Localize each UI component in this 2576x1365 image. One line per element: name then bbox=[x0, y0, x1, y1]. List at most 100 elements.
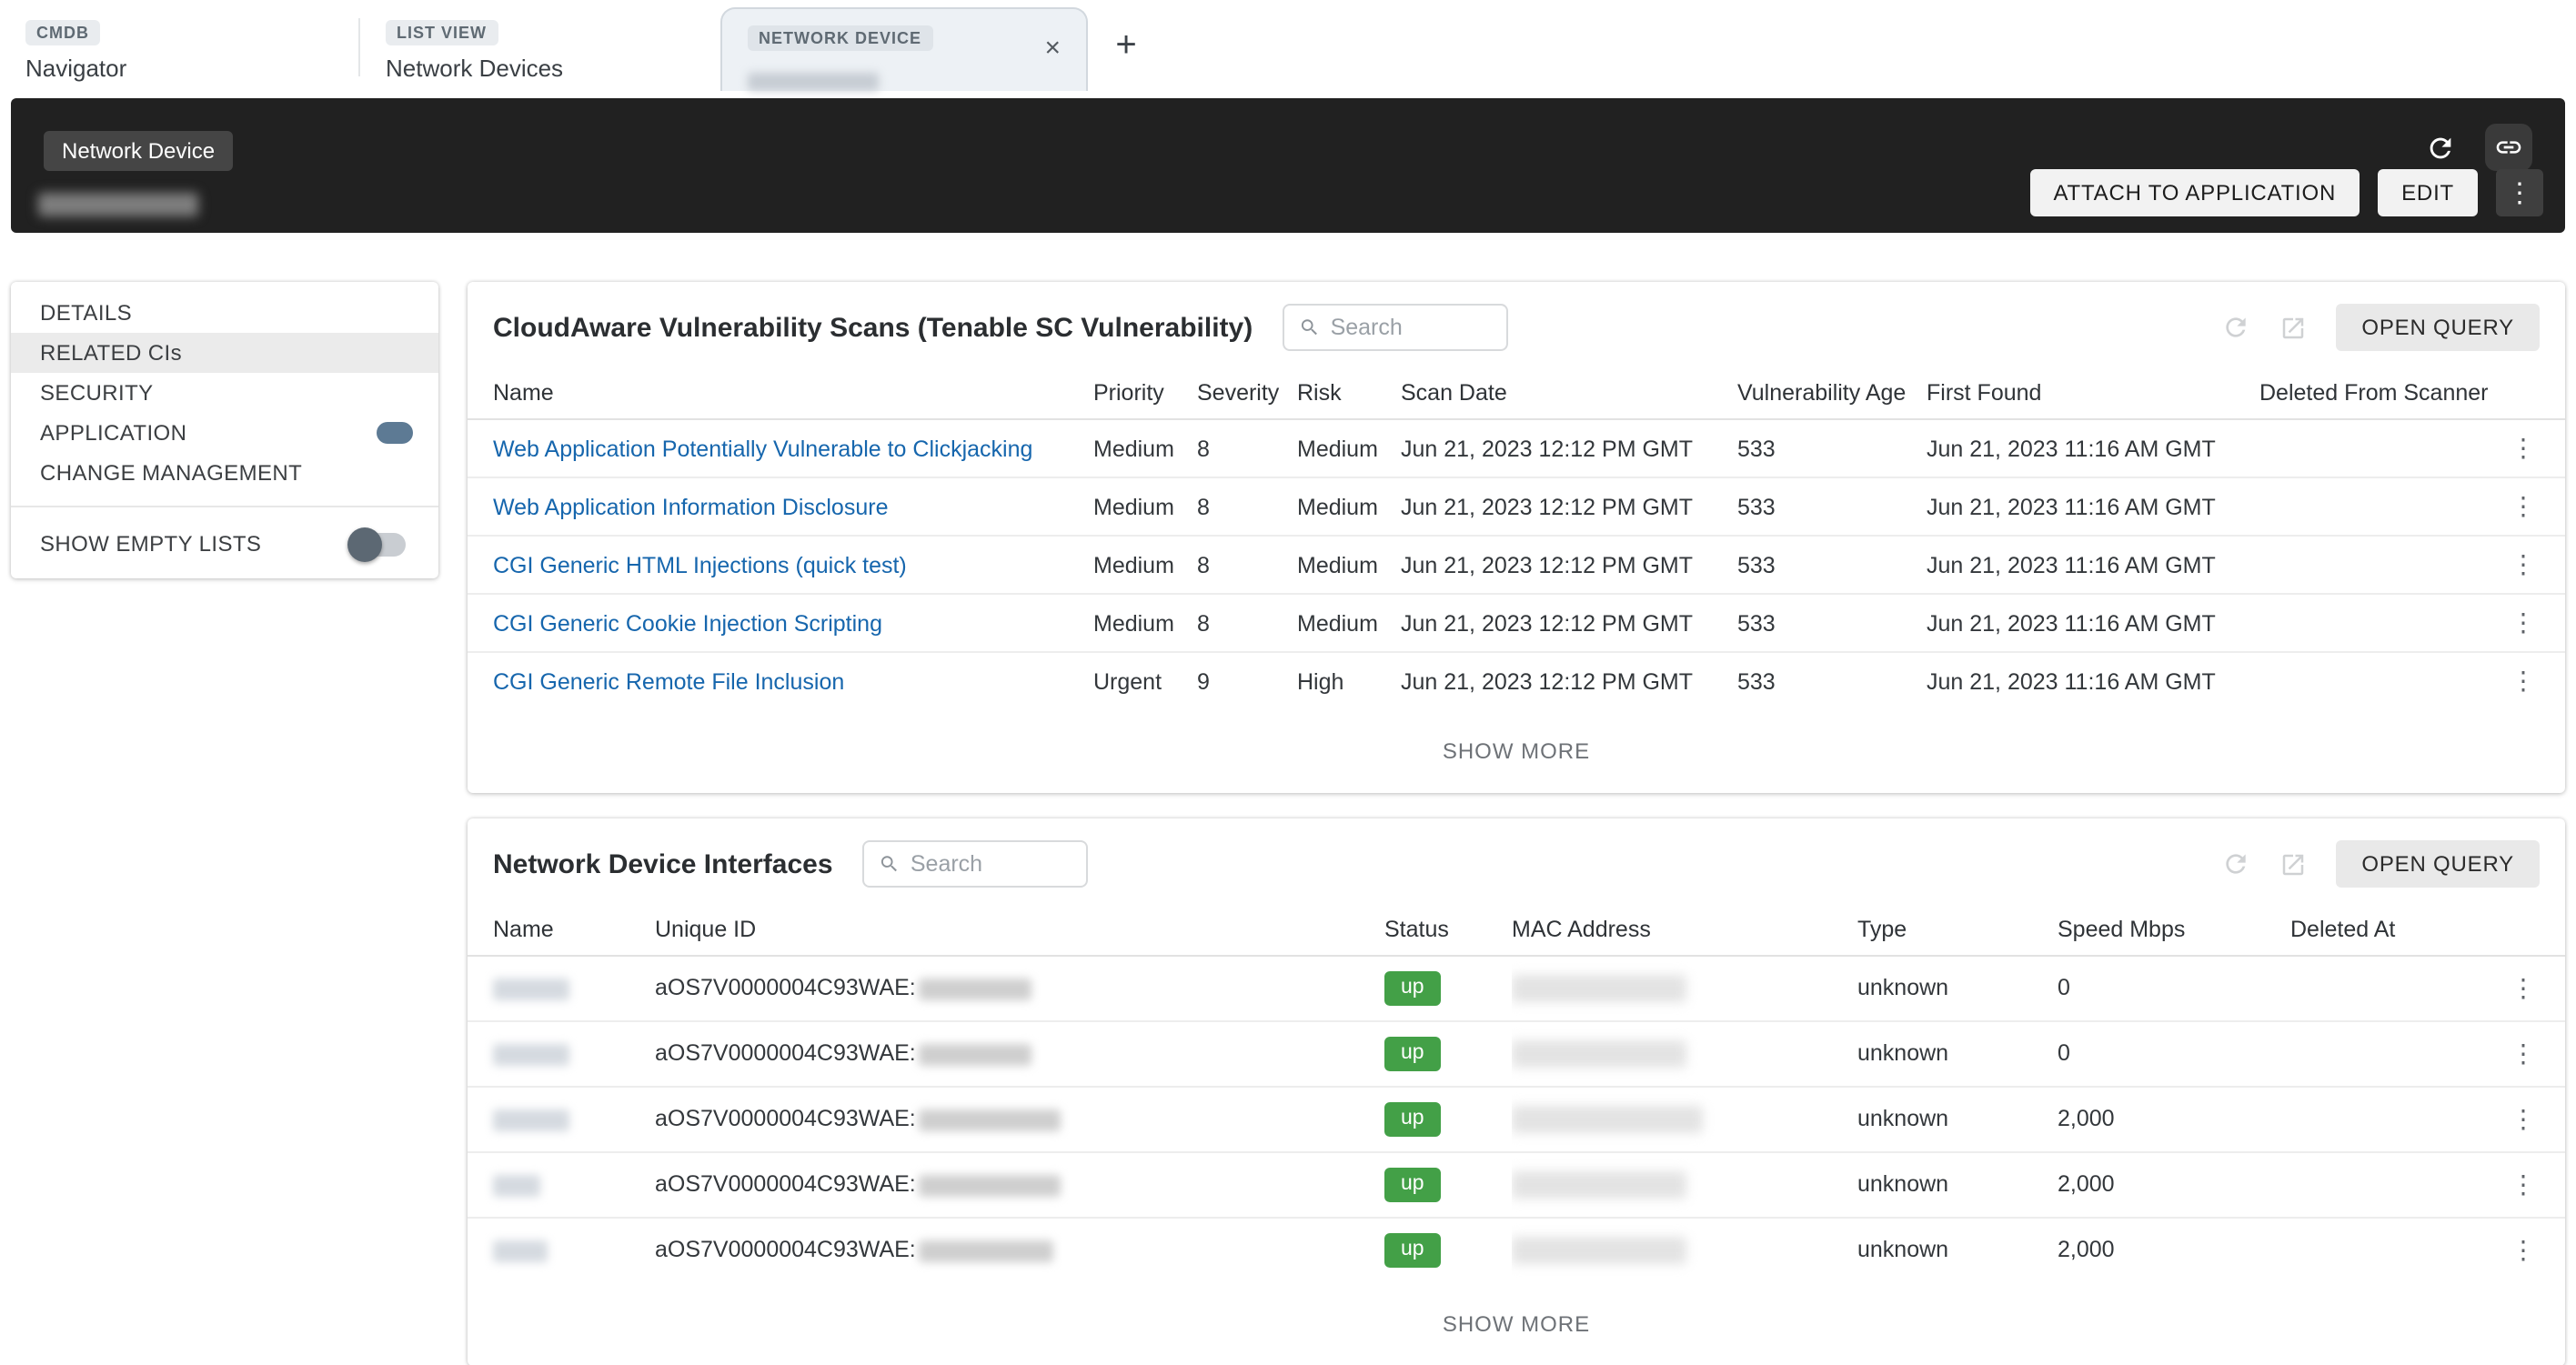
edit-button[interactable]: EDIT bbox=[2378, 169, 2478, 216]
search-icon bbox=[879, 851, 900, 877]
row-kebab-icon[interactable]: ⋮ bbox=[2511, 973, 2536, 1002]
cell-deleted-from-scanner bbox=[2259, 652, 2496, 709]
record-sidebar: DETAILS RELATED CIs SECURITY APPLICATION… bbox=[11, 282, 438, 578]
cell-deleted-at bbox=[2290, 1218, 2490, 1282]
cell-speed-mbps: 2,000 bbox=[2058, 1152, 2290, 1218]
redacted-device-name bbox=[748, 73, 879, 91]
search-icon bbox=[1298, 315, 1319, 340]
cell-first-found: Jun 21, 2023 11:16 AM GMT bbox=[1927, 594, 2259, 652]
vulnerability-link[interactable]: CGI Generic HTML Injections (quick test) bbox=[493, 552, 907, 577]
column-header-risk: Risk bbox=[1297, 369, 1401, 419]
record-type-chip: Network Device bbox=[44, 131, 233, 171]
link-icon[interactable] bbox=[2485, 124, 2532, 171]
close-tab-icon[interactable]: × bbox=[1044, 35, 1061, 62]
redacted-interface-name bbox=[493, 1240, 548, 1262]
cell-severity: 8 bbox=[1197, 536, 1297, 594]
tab-badge-list-view: LIST VIEW bbox=[386, 20, 498, 45]
tab-network-device-active[interactable]: NETWORK DEVICE × bbox=[720, 7, 1088, 91]
row-kebab-icon[interactable]: ⋮ bbox=[2511, 1234, 2536, 1263]
vulnerability-link[interactable]: CGI Generic Cookie Injection Scripting bbox=[493, 610, 882, 636]
column-header-deleted-from-scanner: Deleted From Scanner bbox=[2259, 369, 2496, 419]
vulnerability-link[interactable]: Web Application Potentially Vulnerable t… bbox=[493, 436, 1032, 461]
cell-type: unknown bbox=[1857, 956, 2058, 1021]
cell-priority: Medium bbox=[1093, 594, 1197, 652]
sidebar-item-security[interactable]: SECURITY bbox=[11, 373, 438, 413]
column-header-actions bbox=[2496, 369, 2565, 419]
redacted-unique-id-suffix bbox=[920, 1175, 1062, 1197]
vulnerability-link[interactable]: CGI Generic Remote File Inclusion bbox=[493, 668, 844, 694]
vulnerability-link[interactable]: Web Application Information Disclosure bbox=[493, 494, 889, 519]
open-query-button[interactable]: OPEN QUERY bbox=[2336, 304, 2540, 351]
redacted-mac-address bbox=[1512, 1040, 1686, 1068]
record-header-actions: ATTACH TO APPLICATION EDIT ⋮ bbox=[2029, 169, 2543, 216]
sidebar-item-related-cis[interactable]: RELATED CIs bbox=[11, 333, 438, 373]
cell-deleted-at bbox=[2290, 1152, 2490, 1218]
tab-badge-cmdb: CMDB bbox=[25, 20, 100, 45]
column-header-name: Name bbox=[468, 906, 655, 956]
cell-severity: 8 bbox=[1197, 594, 1297, 652]
cell-vulnerability-age: 533 bbox=[1737, 594, 1927, 652]
row-kebab-icon[interactable]: ⋮ bbox=[2511, 491, 2536, 520]
cell-priority: Medium bbox=[1093, 477, 1197, 536]
unique-id-prefix: aOS7V0000004C93WAE: bbox=[655, 1172, 916, 1198]
column-header-first-found: First Found bbox=[1927, 369, 2259, 419]
vulnerability-search-box bbox=[1282, 304, 1507, 351]
vulnerability-table: Name Priority Severity Risk Scan Date Vu… bbox=[468, 369, 2565, 709]
redacted-unique-id-suffix bbox=[920, 979, 1032, 1000]
row-kebab-icon[interactable]: ⋮ bbox=[2511, 666, 2536, 695]
interfaces-search-input[interactable] bbox=[911, 851, 1072, 877]
interfaces-card: Network Device Interfaces OPEN QUERY bbox=[468, 818, 2565, 1365]
tab-list-view-network-devices[interactable]: LIST VIEW Network Devices bbox=[360, 0, 720, 91]
sidebar-item-application[interactable]: APPLICATION bbox=[11, 413, 438, 453]
show-more-button[interactable]: SHOW MORE bbox=[468, 709, 2565, 793]
show-empty-lists-toggle[interactable] bbox=[351, 532, 406, 556]
refresh-icon[interactable] bbox=[2221, 313, 2250, 342]
vulnerability-row: CGI Generic Cookie Injection Scripting M… bbox=[468, 594, 2565, 652]
show-more-button[interactable]: SHOW MORE bbox=[468, 1281, 2565, 1365]
row-kebab-icon[interactable]: ⋮ bbox=[2511, 1104, 2536, 1133]
interfaces-table: Name Unique ID Status MAC Address Type S… bbox=[468, 906, 2565, 1281]
cell-severity: 8 bbox=[1197, 419, 1297, 477]
cell-unique-id: aOS7V0000004C93WAE: bbox=[655, 1152, 1384, 1218]
row-kebab-icon[interactable]: ⋮ bbox=[2511, 549, 2536, 578]
column-header-name: Name bbox=[468, 369, 1093, 419]
application-count-badge bbox=[377, 422, 413, 444]
interface-row: aOS7V0000004C93WAE: up unknown 2,000 ⋮ bbox=[468, 1218, 2565, 1282]
redacted-mac-address bbox=[1512, 1106, 1703, 1133]
record-kebab-icon[interactable]: ⋮ bbox=[2496, 169, 2543, 216]
open-query-button[interactable]: OPEN QUERY bbox=[2336, 840, 2540, 888]
sidebar-item-change-management[interactable]: CHANGE MANAGEMENT bbox=[11, 453, 438, 493]
cell-deleted-at bbox=[2290, 1021, 2490, 1087]
new-tab-button[interactable]: + bbox=[1099, 0, 1153, 91]
status-badge: up bbox=[1384, 1102, 1441, 1137]
unique-id-prefix: aOS7V0000004C93WAE: bbox=[655, 1237, 916, 1262]
cell-first-found: Jun 21, 2023 11:16 AM GMT bbox=[1927, 652, 2259, 709]
redacted-interface-name bbox=[493, 1109, 569, 1131]
row-kebab-icon[interactable]: ⋮ bbox=[2511, 607, 2536, 637]
sidebar-divider bbox=[11, 506, 438, 507]
interfaces-search-box bbox=[862, 840, 1088, 888]
attach-to-application-button[interactable]: ATTACH TO APPLICATION bbox=[2029, 169, 2360, 216]
cell-vulnerability-age: 533 bbox=[1737, 419, 1927, 477]
cell-risk: Medium bbox=[1297, 419, 1401, 477]
cell-speed-mbps: 0 bbox=[2058, 1021, 2290, 1087]
cell-unique-id: aOS7V0000004C93WAE: bbox=[655, 1218, 1384, 1282]
open-in-new-icon[interactable] bbox=[2279, 314, 2307, 341]
row-kebab-icon[interactable]: ⋮ bbox=[2511, 433, 2536, 462]
open-in-new-icon[interactable] bbox=[2279, 850, 2307, 878]
record-header: Network Device ATTACH TO APPLICATION EDI… bbox=[11, 98, 2565, 233]
vulnerability-row: Web Application Information Disclosure M… bbox=[468, 477, 2565, 536]
row-kebab-icon[interactable]: ⋮ bbox=[2511, 1039, 2536, 1068]
refresh-icon[interactable] bbox=[2221, 849, 2250, 878]
tab-cmdb-navigator[interactable]: CMDB Navigator bbox=[0, 0, 360, 91]
content-area: DETAILS RELATED CIs SECURITY APPLICATION… bbox=[11, 282, 2565, 1365]
redacted-mac-address bbox=[1512, 975, 1686, 1002]
show-empty-lists-label: SHOW EMPTY LISTS bbox=[40, 531, 261, 557]
redacted-unique-id-suffix bbox=[920, 1109, 1062, 1131]
sidebar-item-details[interactable]: DETAILS bbox=[11, 293, 438, 333]
sidebar-item-label: APPLICATION bbox=[40, 420, 186, 446]
row-kebab-icon[interactable]: ⋮ bbox=[2511, 1169, 2536, 1199]
refresh-icon[interactable] bbox=[2416, 124, 2463, 171]
cell-scan-date: Jun 21, 2023 12:12 PM GMT bbox=[1401, 419, 1737, 477]
vulnerability-search-input[interactable] bbox=[1331, 315, 1492, 340]
